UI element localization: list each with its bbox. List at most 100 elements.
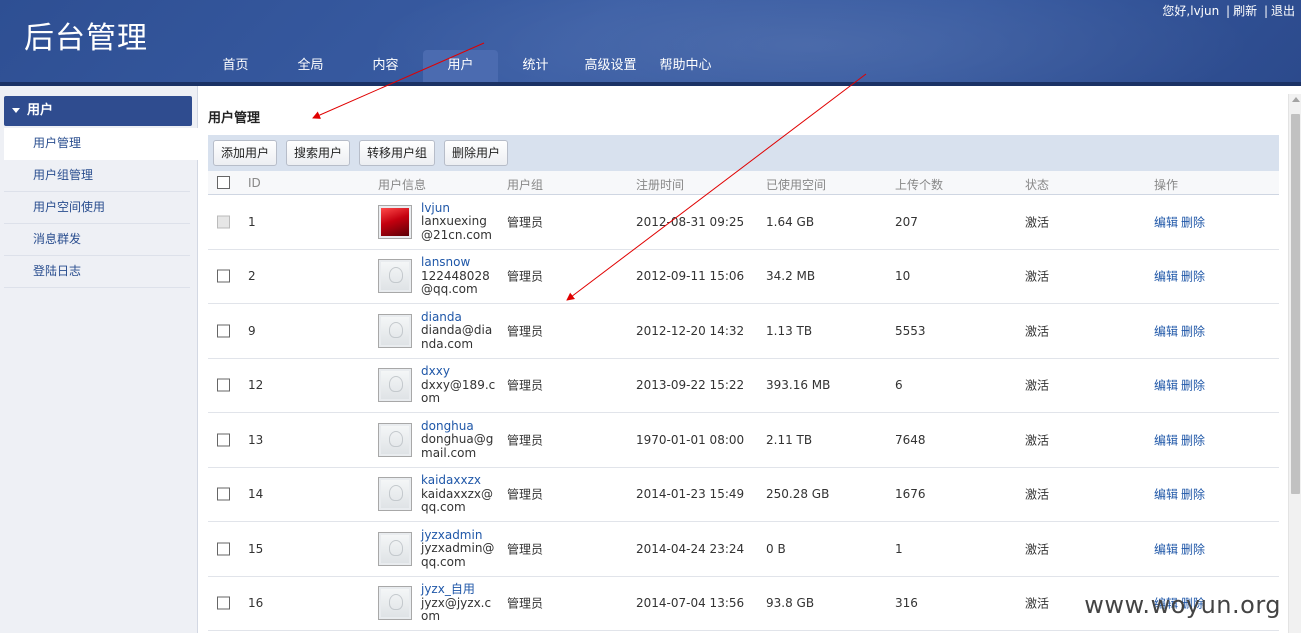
user-email: jyzxadmin@qq.com <box>421 541 495 569</box>
nav-stats[interactable]: 统计 <box>498 50 573 82</box>
cell-user-info: lansnow 122448028@qq.com <box>421 255 497 297</box>
delete-link[interactable]: 删除 <box>1181 488 1205 502</box>
username-link[interactable]: dianda <box>421 310 497 325</box>
delete-link[interactable]: 删除 <box>1181 379 1205 393</box>
table-row: 12 dxxy dxxy@189.com 管理员 2013-09-22 15:2… <box>208 359 1279 413</box>
move-user-group-button[interactable]: 转移用户组 <box>359 140 436 166</box>
user-email: lanxuexing@21cn.com <box>421 214 492 242</box>
cell-used-space: 0 B <box>766 541 786 556</box>
user-topbar: 您好,lvjun | 刷新 | 退出 <box>1162 4 1295 18</box>
nav-help-center[interactable]: 帮助中心 <box>648 50 723 82</box>
delete-link[interactable]: 删除 <box>1181 433 1205 447</box>
username-link[interactable]: jyzxadmin <box>421 528 497 543</box>
cell-used-space: 393.16 MB <box>766 378 831 393</box>
table-row: 2 lansnow 122448028@qq.com 管理员 2012-09-1… <box>208 250 1279 304</box>
table-row: 13 donghua donghua@gmail.com 管理员 1970-01… <box>208 413 1279 468</box>
select-all-checkbox[interactable] <box>217 176 230 189</box>
sidebar-item-mass-message[interactable]: 消息群发 <box>4 224 190 256</box>
delete-link[interactable]: 删除 <box>1181 324 1205 338</box>
user-email: donghua@gmail.com <box>421 432 494 460</box>
search-user-button[interactable]: 搜索用户 <box>286 140 351 166</box>
row-checkbox[interactable] <box>217 596 230 610</box>
delete-link[interactable]: 删除 <box>1181 542 1205 556</box>
cell-used-space: 1.13 TB <box>766 323 813 338</box>
nav-advanced-settings[interactable]: 高级设置 <box>573 50 648 82</box>
avatar <box>378 477 412 512</box>
logout-link[interactable]: 退出 <box>1271 4 1295 18</box>
row-checkbox <box>217 215 230 229</box>
edit-link[interactable]: 编辑 <box>1154 379 1178 393</box>
table-header: ID 用户信息 用户组 注册时间 已使用空间 上传个数 状态 操作 <box>208 171 1279 195</box>
cell-group: 管理员 <box>507 324 544 339</box>
column-header-status: 状态 <box>1025 178 1050 192</box>
row-checkbox[interactable] <box>217 433 230 447</box>
cell-user-info: kaidaxxzx kaidaxxzx@qq.com <box>421 473 497 515</box>
cell-status: 激活 <box>1025 542 1050 557</box>
avatar-image-icon <box>381 262 409 291</box>
add-user-button[interactable]: 添加用户 <box>213 140 278 166</box>
edit-link[interactable]: 编辑 <box>1154 215 1178 229</box>
greeting-text: 您好,lvjun <box>1162 4 1220 18</box>
scroll-up-arrow-icon[interactable] <box>1292 97 1300 102</box>
scroll-thumb[interactable] <box>1291 114 1300 494</box>
edit-link[interactable]: 编辑 <box>1154 488 1178 502</box>
vertical-scrollbar[interactable] <box>1288 94 1301 633</box>
sidebar-item-space-usage[interactable]: 用户空间使用 <box>4 192 190 224</box>
cell-status: 激活 <box>1025 378 1050 393</box>
username-link[interactable]: dxxy <box>421 364 497 379</box>
avatar-image-icon <box>381 207 409 236</box>
cell-registered: 2014-04-24 23:24 <box>636 541 745 556</box>
row-checkbox[interactable] <box>217 324 230 338</box>
delete-link[interactable]: 删除 <box>1181 270 1205 284</box>
cell-uploads: 6 <box>895 378 903 393</box>
sidebar-item-user-groups[interactable]: 用户组管理 <box>4 160 190 192</box>
watermark-text: www.woyun.org <box>1084 591 1281 619</box>
edit-link[interactable]: 编辑 <box>1154 433 1178 447</box>
delete-link[interactable]: 删除 <box>1181 215 1205 229</box>
table-row: 15 jyzxadmin jyzxadmin@qq.com 管理员 2014-0… <box>208 522 1279 577</box>
row-checkbox[interactable] <box>217 269 230 283</box>
cell-uploads: 5553 <box>895 323 926 338</box>
sidebar-section-users[interactable]: 用户 <box>4 96 192 126</box>
delete-user-button[interactable]: 删除用户 <box>444 140 509 166</box>
cell-user-info: lvjun lanxuexing@21cn.com <box>421 201 497 243</box>
caret-down-icon <box>12 108 20 113</box>
nav-users[interactable]: 用户 <box>423 50 498 82</box>
edit-link[interactable]: 编辑 <box>1154 270 1178 284</box>
cell-actions: 编辑 删除 <box>1154 213 1205 230</box>
nav-global[interactable]: 全局 <box>273 50 348 82</box>
page-title: 用户管理 <box>208 111 261 126</box>
table-row: 1 lvjun lanxuexing@21cn.com 管理员 2012-08-… <box>208 195 1279 250</box>
user-email: dianda@dianda.com <box>421 323 493 351</box>
username-link[interactable]: lvjun <box>421 201 497 216</box>
cell-registered: 2012-12-20 14:32 <box>636 323 745 338</box>
row-checkbox[interactable] <box>217 542 230 556</box>
user-email: kaidaxxzx@qq.com <box>421 486 493 514</box>
sidebar-item-login-log[interactable]: 登陆日志 <box>4 256 190 288</box>
row-checkbox[interactable] <box>217 487 230 501</box>
table-row: 14 kaidaxxzx kaidaxxzx@qq.com 管理员 2014-0… <box>208 468 1279 522</box>
cell-id: 16 <box>248 596 264 611</box>
cell-status: 激活 <box>1025 269 1050 284</box>
cell-id: 2 <box>248 269 256 284</box>
cell-status: 激活 <box>1025 596 1050 611</box>
username-link[interactable]: donghua <box>421 419 497 434</box>
username-link[interactable]: jyzx_自用 <box>421 582 497 597</box>
username-link[interactable]: kaidaxxzx <box>421 473 497 488</box>
avatar-image-icon <box>381 371 409 400</box>
nav-content[interactable]: 内容 <box>348 50 423 82</box>
cell-group: 管理员 <box>507 596 544 611</box>
edit-link[interactable]: 编辑 <box>1154 542 1178 556</box>
cell-status: 激活 <box>1025 433 1050 448</box>
cell-used-space: 2.11 TB <box>766 432 813 447</box>
edit-link[interactable]: 编辑 <box>1154 324 1178 338</box>
refresh-link[interactable]: 刷新 <box>1233 4 1257 18</box>
cell-id: 9 <box>248 323 256 338</box>
avatar <box>378 259 412 294</box>
cell-group: 管理员 <box>507 215 544 230</box>
username-link[interactable]: lansnow <box>421 255 497 270</box>
nav-home[interactable]: 首页 <box>198 50 273 82</box>
sidebar-item-user-management[interactable]: 用户管理 <box>4 128 198 160</box>
row-checkbox[interactable] <box>217 378 230 392</box>
avatar <box>378 531 412 566</box>
